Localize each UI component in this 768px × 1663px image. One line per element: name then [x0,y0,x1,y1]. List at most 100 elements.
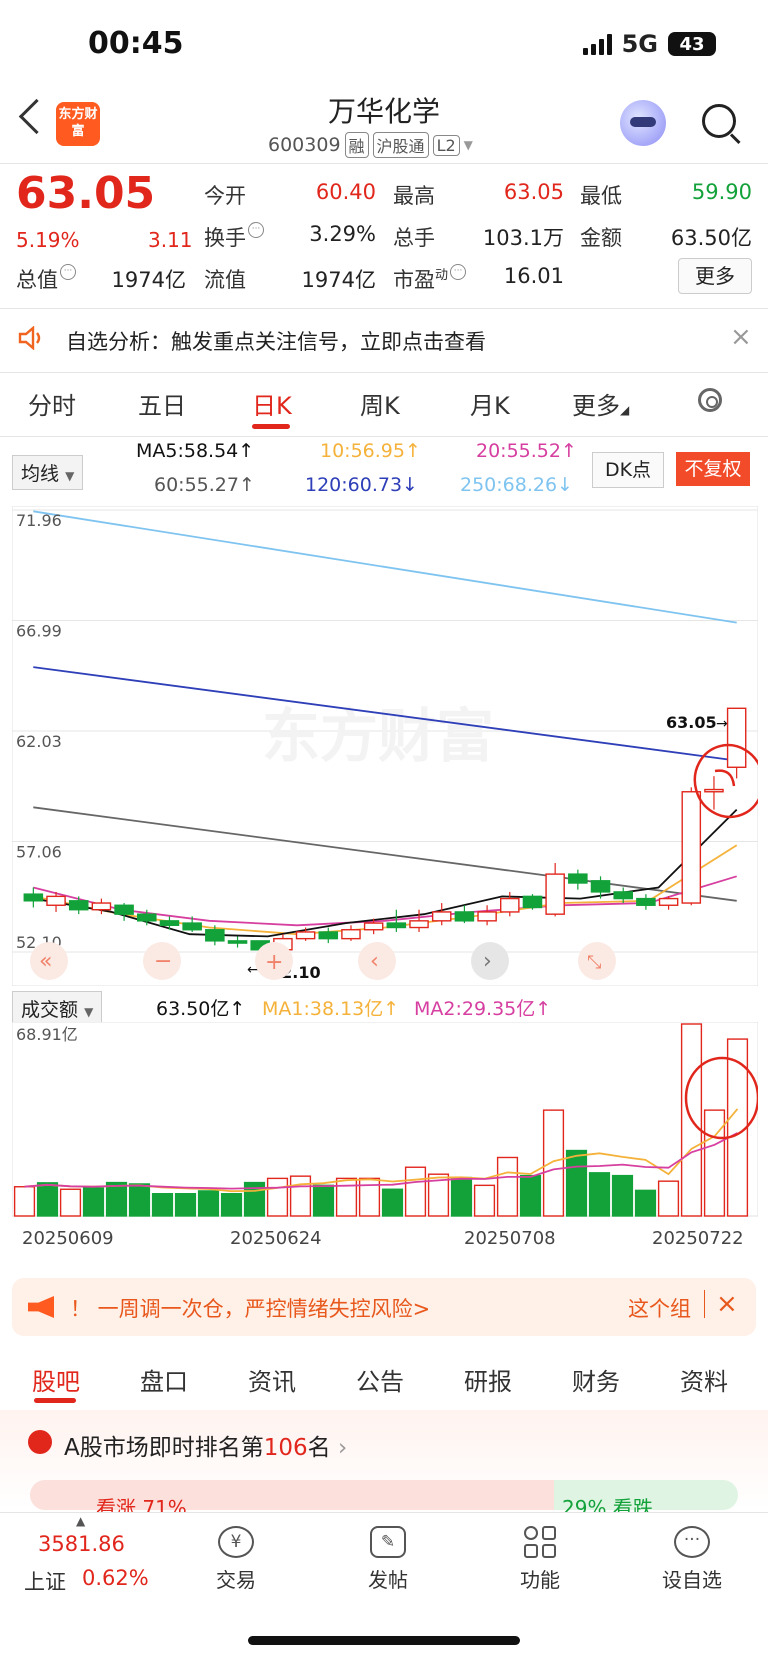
divider [0,163,768,164]
index-name[interactable]: 上证 [24,1566,66,1596]
active-tab-indicator [252,424,290,429]
double-left-icon: « [39,949,52,974]
banner-text[interactable]: 自选分析：触发重点关注信号，立即点击查看 [66,326,486,356]
high-label: 最高 [393,184,435,208]
tab-daily-k[interactable]: 日K [252,386,292,421]
tab-finance[interactable]: 财务 [572,1362,620,1397]
nav-trade[interactable]: ¥ 交易 [196,1526,276,1593]
caret-up-icon: ▲ [76,1514,86,1528]
tab-profile[interactable]: 资料 [680,1362,728,1397]
tab-more[interactable]: 更多◢ [572,386,629,421]
info-icon[interactable]: ··· [450,264,467,280]
volume-bar [404,1166,427,1217]
info-icon[interactable]: ··· [60,264,76,280]
amount-value: 63.50亿 [670,226,752,250]
turnover-label: 换手 ··· [204,222,264,252]
index-value[interactable]: 3581.86 [38,1532,125,1556]
volume-bar [611,1174,634,1217]
indicator-select[interactable]: 均线 ▼ [12,455,84,490]
volume-top-label: 68.91亿 [16,1025,78,1044]
tab-5day[interactable]: 五日 [138,386,186,421]
candle-body [704,788,724,793]
ma10-value: 10:56.95↑ [320,440,421,462]
ranking-icon [28,1430,52,1454]
status-time: 00:45 [88,26,184,61]
volume-bar [542,1109,565,1217]
candle-body [522,895,543,909]
close-icon[interactable]: × [716,1289,738,1319]
kline-chart[interactable]: 东方财富 71.9666.9962.0357.0652.10 52.10 ← 6… [12,506,758,986]
high-marker: 63.05 [666,713,717,732]
candle-body [91,902,112,911]
nav-add-watchlist[interactable]: ··· 设自选 [652,1526,732,1593]
tab-pankou[interactable]: 盘口 [140,1362,188,1397]
candle-body [500,897,520,913]
tab-research[interactable]: 研报 [464,1362,512,1397]
tab-weekly-k[interactable]: 周K [360,386,400,421]
risk-banner-text[interactable]: ！ 一周调一次仓，严控情绪失控风险> [70,1293,430,1323]
volume-bar [450,1176,473,1217]
expand-icon: ⤡ [587,952,601,973]
candle-body [613,891,633,900]
close-icon[interactable]: × [730,322,752,352]
ma60-value: 60:55.27↑ [154,474,255,496]
low-value: 59.90 [691,180,752,204]
volume-bar [197,1190,220,1217]
candle-body [137,913,157,922]
info-icon[interactable]: ··· [248,222,264,238]
dk-point-button[interactable]: DK点 [592,452,664,488]
stock-subtitle: 600309 融 沪股通 L2 ▼ [268,132,473,158]
volume-bar [473,1184,496,1217]
x-tick-3: 20250722 [652,1228,744,1249]
volume-bar [358,1177,381,1217]
tab-monthly-k[interactable]: 月K [470,386,510,421]
risk-banner-link[interactable]: 这个组 [628,1293,691,1323]
edit-icon: ✎ [370,1526,406,1558]
volume-bar [703,1109,726,1217]
volume-bar [657,1180,680,1217]
volume-bar [266,1177,289,1217]
divider [704,1290,705,1318]
divider [0,436,768,437]
volume-bar [381,1188,404,1217]
index-pct[interactable]: 0.62% [82,1566,149,1590]
chevron-left-icon: ‹ [370,949,379,974]
dropdown-icon[interactable]: ▼ [464,138,473,152]
high-marker-arrow: → [716,716,728,732]
candle-body [658,897,679,906]
more-dots-icon: ··· [674,1526,710,1558]
tab-intraday[interactable]: 分时 [28,386,76,421]
open-value: 60.40 [315,180,376,204]
robot-assistant-icon[interactable] [620,100,666,146]
volume-bar [289,1175,312,1217]
candle-body [363,922,384,931]
y-tick: 71.96 [16,511,62,530]
settings-icon[interactable] [698,388,722,412]
nav-post[interactable]: ✎ 发帖 [348,1526,428,1593]
tab-announcements[interactable]: 公告 [356,1362,404,1397]
volume-chart[interactable]: 68.91亿 20250609 20250624 20250708 202507… [12,1022,758,1264]
volume-indicator-select[interactable]: 成交额 ▼ [12,991,103,1026]
volume-bar [588,1172,611,1217]
volume-bar [13,1186,36,1217]
volume-bar [174,1193,197,1217]
status-icons: 5G 43 [582,30,716,58]
amount-label: 金额 [580,226,622,250]
divider [0,372,768,373]
high-value: 63.05 [503,180,564,204]
rank-text[interactable]: A股市场即时排名第106名 › [64,1428,347,1462]
y-tick: 66.99 [16,622,62,641]
pe-value: 16.01 [503,264,564,288]
no-adjust-button[interactable]: 不复权 [676,452,750,486]
low-label: 最低 [580,184,622,208]
search-icon[interactable] [702,104,736,138]
candle-body [681,791,702,904]
tab-news[interactable]: 资讯 [248,1362,296,1397]
tab-guba[interactable]: 股吧 [32,1362,80,1397]
more-button[interactable]: 更多 [678,258,752,294]
home-indicator [248,1636,520,1645]
volume-bar [59,1188,82,1217]
nav-functions[interactable]: 功能 [500,1526,580,1593]
divider [0,308,768,309]
float-label: 流值 [204,268,246,292]
